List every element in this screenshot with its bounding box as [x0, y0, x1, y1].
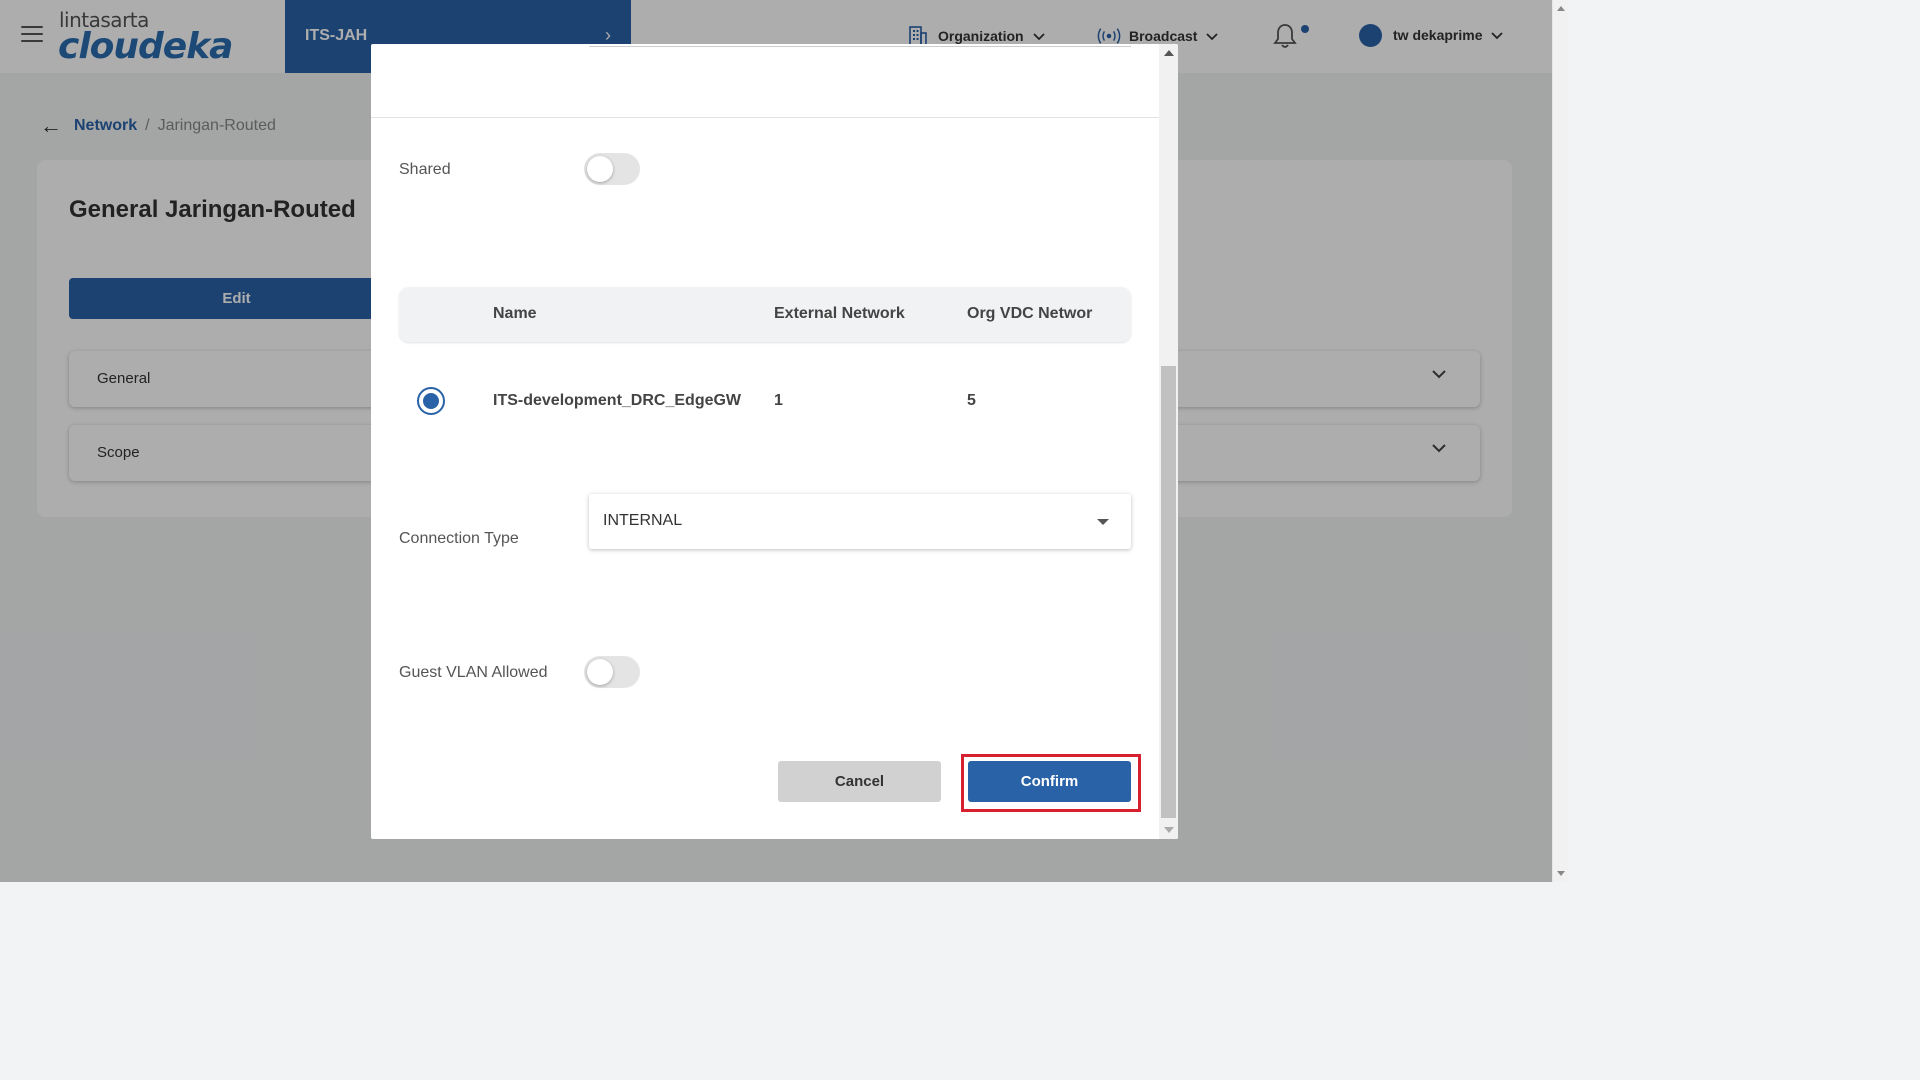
cell-external-network: 1 — [774, 392, 783, 409]
connection-type-label: Connection Type — [399, 530, 519, 547]
connection-type-value: INTERNAL — [603, 512, 683, 529]
column-header-name: Name — [493, 305, 537, 322]
table-header: Name External Network Org VDC Networ — [399, 287, 1131, 342]
guest-vlan-toggle[interactable] — [584, 656, 640, 688]
scroll-down-arrow-icon[interactable] — [1557, 871, 1565, 876]
scroll-up-arrow-icon[interactable] — [1164, 50, 1174, 56]
scroll-up-arrow-icon[interactable] — [1557, 6, 1565, 11]
scrollbar-thumb[interactable] — [1161, 366, 1176, 818]
field-edge — [589, 44, 1131, 47]
edge-gateway-table: Name External Network Org VDC Networ ITS… — [399, 287, 1131, 462]
confirm-button[interactable]: Confirm — [968, 761, 1131, 802]
scroll-down-arrow-icon[interactable] — [1164, 827, 1174, 833]
connection-type-select[interactable]: INTERNAL — [589, 494, 1131, 549]
dropdown-arrow-icon — [1097, 519, 1109, 525]
page-scrollbar[interactable] — [1552, 0, 1568, 882]
column-header-external-network: External Network — [774, 305, 905, 322]
toggle-knob — [587, 156, 613, 182]
row-radio-button[interactable] — [417, 387, 445, 415]
guest-vlan-label: Guest VLAN Allowed — [399, 664, 548, 681]
cell-name: ITS-development_DRC_EdgeGW — [493, 392, 742, 409]
cancel-button[interactable]: Cancel — [778, 761, 941, 802]
dialog-content: Shared Name External Network Org VDC Net… — [371, 44, 1159, 839]
shared-toggle[interactable] — [584, 153, 640, 185]
toggle-knob — [587, 659, 613, 685]
table-row[interactable]: ITS-development_DRC_EdgeGW 1 5 — [399, 342, 1131, 462]
divider — [371, 117, 1159, 118]
radio-selected-dot — [423, 393, 439, 409]
cell-org-vdc-network: 5 — [967, 392, 976, 409]
shared-label: Shared — [399, 161, 451, 178]
edit-network-dialog: Shared Name External Network Org VDC Net… — [371, 44, 1178, 839]
dialog-scrollbar[interactable] — [1159, 44, 1178, 839]
column-header-org-vdc-network: Org VDC Networ — [967, 305, 1093, 322]
